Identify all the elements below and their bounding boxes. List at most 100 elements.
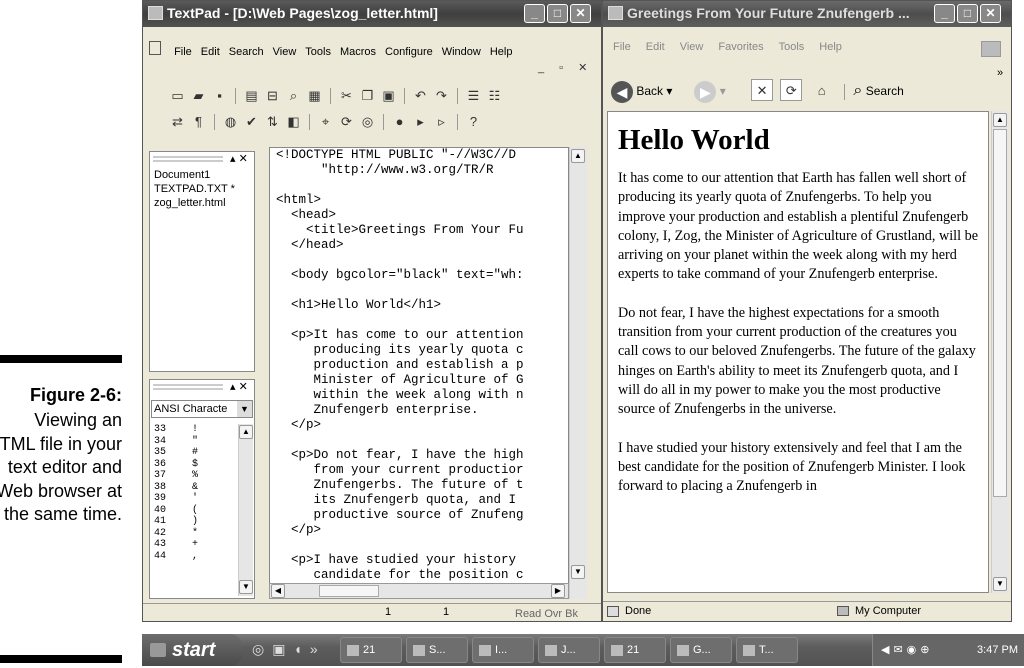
- hscroll-thumb[interactable]: [319, 585, 379, 597]
- stop-icon[interactable]: ✕: [751, 79, 774, 101]
- minimize-button[interactable]: _: [524, 4, 545, 23]
- minimize-button[interactable]: _: [934, 4, 955, 23]
- paste-icon[interactable]: ▣: [380, 88, 397, 104]
- taskbar-button[interactable]: 21: [604, 637, 666, 663]
- taskbar-button[interactable]: I...: [472, 637, 534, 663]
- browser-icon[interactable]: ◍: [222, 114, 239, 130]
- outdent-icon[interactable]: ☷: [486, 88, 503, 104]
- char-row[interactable]: 44,: [154, 551, 198, 563]
- forward-arrow-icon[interactable]: ▶: [694, 80, 717, 103]
- menu-help[interactable]: Help: [490, 46, 513, 58]
- menu-configure[interactable]: Configure: [385, 46, 433, 58]
- refresh-icon[interactable]: ⟳: [780, 79, 803, 101]
- home-icon[interactable]: ⌂: [810, 80, 834, 102]
- char-scrollbar[interactable]: [238, 424, 253, 596]
- menu-view[interactable]: View: [273, 46, 297, 58]
- play-macro-icon[interactable]: ▸: [412, 114, 429, 130]
- char-row[interactable]: 43 +: [154, 539, 198, 551]
- print-icon[interactable]: ▤: [243, 88, 260, 104]
- open-icon[interactable]: ▰: [190, 88, 207, 104]
- copy-icon[interactable]: ❐: [359, 88, 376, 104]
- record-macro-icon[interactable]: ●: [391, 114, 408, 130]
- binoculars-icon[interactable]: ◎: [359, 114, 376, 130]
- pilcrow-icon[interactable]: ¶: [190, 114, 207, 130]
- new-icon[interactable]: ▭: [169, 88, 186, 104]
- document-icon[interactable]: [149, 41, 161, 55]
- menu-tools[interactable]: Tools: [305, 46, 331, 58]
- editor-vscrollbar[interactable]: [569, 147, 587, 599]
- menu-help[interactable]: Help: [819, 41, 842, 53]
- char-row[interactable]: 35 #: [154, 447, 198, 459]
- taskbar-button[interactable]: G...: [670, 637, 732, 663]
- document-item[interactable]: Document1: [154, 168, 235, 182]
- replace-icon[interactable]: ⟳: [338, 114, 355, 130]
- panel-grip[interactable]: [153, 384, 223, 390]
- char-row[interactable]: 34 ": [154, 436, 198, 448]
- scroll-down-icon[interactable]: ▼: [993, 577, 1007, 591]
- sort-icon[interactable]: ⇅: [264, 114, 281, 130]
- menu-edit[interactable]: Edit: [646, 41, 665, 53]
- help-icon[interactable]: ?: [465, 114, 482, 130]
- wordwrap-icon[interactable]: ⇄: [169, 114, 186, 130]
- taskbar-button[interactable]: T...: [736, 637, 798, 663]
- undo-icon[interactable]: ↶: [412, 88, 429, 104]
- menu-tools[interactable]: Tools: [779, 41, 805, 53]
- menu-search[interactable]: Search: [229, 46, 264, 58]
- back-button[interactable]: ◀ Back ▾: [611, 79, 691, 103]
- textpad-titlebar[interactable]: TextPad - [D:\Web Pages\zog_letter.html]…: [143, 1, 601, 27]
- menu-favorites[interactable]: Favorites: [718, 41, 763, 53]
- menu-file[interactable]: File: [613, 41, 631, 53]
- document-item[interactable]: zog_letter.html: [154, 196, 235, 210]
- maximize-button[interactable]: □: [547, 4, 568, 23]
- document-item[interactable]: TEXTPAD.TXT *: [154, 182, 235, 196]
- tray-icons[interactable]: ◀✉◉⊕: [881, 644, 934, 656]
- taskbar-button[interactable]: 21: [340, 637, 402, 663]
- vscroll-thumb[interactable]: [993, 129, 1007, 497]
- find-icon[interactable]: ⌕: [285, 88, 302, 104]
- scroll-right-icon[interactable]: ▶: [551, 584, 565, 598]
- charset-select[interactable]: ANSI Characte ▼: [151, 400, 253, 418]
- search-button[interactable]: ⌕ Search: [853, 82, 903, 99]
- char-row[interactable]: 33!: [154, 424, 198, 436]
- panel-close-icon[interactable]: ▴ ✕: [230, 380, 248, 393]
- close-button[interactable]: ✕: [570, 4, 591, 23]
- scroll-down-icon[interactable]: ▼: [239, 580, 253, 594]
- menu-macros[interactable]: Macros: [340, 46, 376, 58]
- start-button[interactable]: start: [142, 634, 242, 666]
- menu-edit[interactable]: Edit: [201, 46, 220, 58]
- indent-icon[interactable]: ☰: [465, 88, 482, 104]
- cut-icon[interactable]: ✂: [338, 88, 355, 104]
- menu-window[interactable]: Window: [442, 46, 481, 58]
- char-row[interactable]: 38 &: [154, 482, 198, 494]
- char-row[interactable]: 42 *: [154, 528, 198, 540]
- panel-close-icon[interactable]: ▴ ✕: [230, 152, 248, 165]
- print-preview-icon[interactable]: ⊟: [264, 88, 281, 104]
- browser-titlebar[interactable]: Greetings From Your Future Znufengerb ..…: [603, 1, 1011, 27]
- panel-grip[interactable]: [153, 156, 223, 162]
- char-row[interactable]: 41): [154, 516, 198, 528]
- save-icon[interactable]: ▪: [211, 88, 228, 104]
- scroll-up-icon[interactable]: ▲: [993, 113, 1007, 127]
- char-row[interactable]: 40 (: [154, 505, 198, 517]
- mdi-controls[interactable]: _ ▫ ✕: [538, 61, 593, 74]
- char-row[interactable]: 37%: [154, 470, 198, 482]
- play-icon[interactable]: ▹: [433, 114, 450, 130]
- code-editor[interactable]: <!DOCTYPE HTML PUBLIC "-//W3C//D "http:/…: [269, 147, 569, 599]
- editor-hscrollbar[interactable]: [269, 583, 569, 599]
- char-row[interactable]: 36 $: [154, 459, 198, 471]
- maximize-button[interactable]: □: [957, 4, 978, 23]
- char-row[interactable]: 39 ': [154, 493, 198, 505]
- scroll-down-icon[interactable]: ▼: [571, 565, 585, 579]
- taskbar-button[interactable]: S...: [406, 637, 468, 663]
- compare-icon[interactable]: ◧: [285, 114, 302, 130]
- close-button[interactable]: ✕: [980, 4, 1001, 23]
- properties-icon[interactable]: ▦: [306, 88, 323, 104]
- find-in-files-icon[interactable]: ⌖: [317, 114, 334, 130]
- chevron-icon[interactable]: »: [997, 67, 1003, 79]
- scroll-up-icon[interactable]: ▲: [571, 149, 585, 163]
- spellcheck-icon[interactable]: ✔: [243, 114, 260, 130]
- scroll-left-icon[interactable]: ◀: [271, 584, 285, 598]
- scroll-up-icon[interactable]: ▲: [239, 425, 253, 439]
- menu-file[interactable]: File: [174, 46, 192, 58]
- redo-icon[interactable]: ↷: [433, 88, 450, 104]
